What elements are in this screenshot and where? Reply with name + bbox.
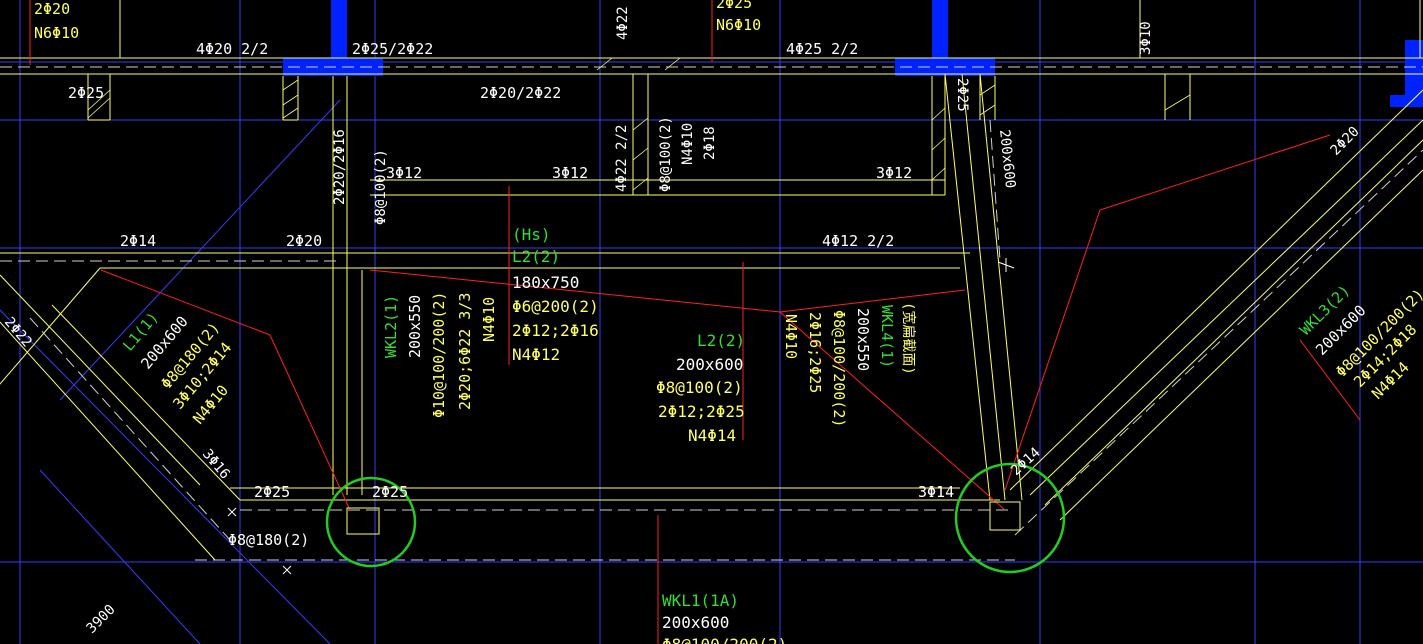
label-bot-2phi25-c: 2Φ25 (372, 483, 408, 501)
label-l2b-name: L2(2) (697, 331, 745, 350)
label-bot-2phi25-l: 2Φ25 (254, 483, 290, 501)
label-v-2phi25-r: 2Φ25 (954, 78, 970, 112)
label-v-4phi22-22: 4Φ22 2/2 (614, 125, 630, 192)
label-wkl1-name: WKL1(1A) (662, 591, 739, 610)
label-l2b-stirrup: Φ8@100(2) (656, 378, 743, 397)
hatching (87, 57, 1191, 191)
label-row-4phi12: 4Φ12 2/2 (822, 232, 894, 250)
label-top-4phi22-v: 4Φ22 (615, 6, 631, 40)
label-wkl4-name: WKL4(1) (878, 305, 896, 368)
cad-drawing-canvas[interactable]: 2Φ20 N6Φ10 4Φ20 2/2 2Φ25/2Φ22 4Φ22 2Φ25 … (0, 0, 1423, 644)
axis-grid (0, 0, 1423, 644)
label-wkl4-note: (宽扁截面) (900, 302, 917, 375)
label-wkl4-bars: 2Φ16;2Φ25 (806, 312, 824, 393)
label-l2b-size: 200x600 (676, 355, 743, 374)
label-v-phi8-100-2b: Φ8@100(2) (658, 116, 674, 192)
label-diag-3phi16: 3Φ16 (199, 446, 233, 482)
label-wkl1-stirrup: Φ8@100/200(2) (662, 635, 787, 644)
label-wkl2-name: WKL2(1) (382, 295, 400, 358)
label-l2-size: 180x750 (512, 273, 579, 292)
label-top-n6phi10-right: N6Φ10 (716, 16, 761, 34)
label-v-phi8-100-2: Φ8@100(2) (373, 149, 389, 225)
label-c-3phi12: 3Φ12 (552, 164, 588, 182)
label-l-3phi12: 3Φ12 (386, 164, 422, 182)
label-wkl2-n4: N4Φ10 (480, 297, 498, 342)
label-wkl2-stirrup: Φ10@100/200(2) (430, 292, 448, 418)
label-mid-2phi20-2phi22: 2Φ20/2Φ22 (480, 84, 561, 102)
label-wkl2-size: 200x550 (406, 295, 424, 358)
label-r-3phi12: 3Φ12 (876, 164, 912, 182)
label-diag-2phi22: 2Φ22 (1, 314, 35, 350)
label-top-4phi20-22: 4Φ20 2/2 (196, 40, 268, 58)
label-l2-stirrup: Φ6@200(2) (512, 297, 599, 316)
label-top-2phi25-r: 2Φ25 (716, 0, 752, 12)
label-top-4phi25-22: 4Φ25 2/2 (786, 40, 858, 58)
label-dim-3900: 3900 (84, 602, 119, 637)
label-l2-hs: (Hs) (512, 225, 551, 244)
label-top-n6phi10-left: N6Φ10 (34, 24, 79, 42)
label-bot-3phi14: 3Φ14 (918, 483, 954, 501)
label-wkl1-size: 200x600 (662, 613, 729, 632)
label-v-2phi20-2phi16: 2Φ20/2Φ16 (332, 129, 348, 205)
label-top-2phi25-2phi22: 2Φ25/2Φ22 (352, 40, 433, 58)
label-wkl4-stirrup: Φ8@100/200(2) (830, 310, 848, 427)
selection-circles[interactable] (325, 462, 1066, 574)
label-wkl4-size: 200x550 (854, 308, 872, 371)
label-v-n4phi10: N4Φ10 (680, 123, 696, 165)
label-l2-bars: 2Φ12;2Φ16 (512, 321, 599, 340)
label-bot-phi8-180-2: Φ8@180(2) (228, 531, 309, 549)
label-bot-2phi14: 2Φ14 (1008, 445, 1044, 479)
label-l2b-n4: N4Φ14 (688, 426, 736, 445)
label-top-3phi10-v: 3Φ10 (1138, 21, 1154, 55)
column-markers (346, 501, 1021, 535)
label-row-2phi14: 2Φ14 (120, 232, 156, 250)
label-row-2phi20: 2Φ20 (286, 232, 322, 250)
label-wkl4-n4: N4Φ10 (782, 314, 800, 359)
label-v-2phi18: 2Φ18 (702, 126, 718, 160)
label-v-200x600: 200x600 (996, 129, 1018, 189)
beam-outlines (0, 0, 1423, 561)
label-l2b-bars: 2Φ12;2Φ25 (658, 402, 745, 421)
label-top-2phi20: 2Φ20 (34, 0, 70, 18)
selection-circle-right[interactable] (954, 462, 1066, 574)
label-left-2phi25: 2Φ25 (68, 84, 104, 102)
label-l2-name: L2(2) (512, 247, 560, 266)
label-l2-n4: N4Φ12 (512, 345, 560, 364)
label-wkl2-bars: 2Φ20;6Φ22 3/3 (456, 293, 474, 410)
